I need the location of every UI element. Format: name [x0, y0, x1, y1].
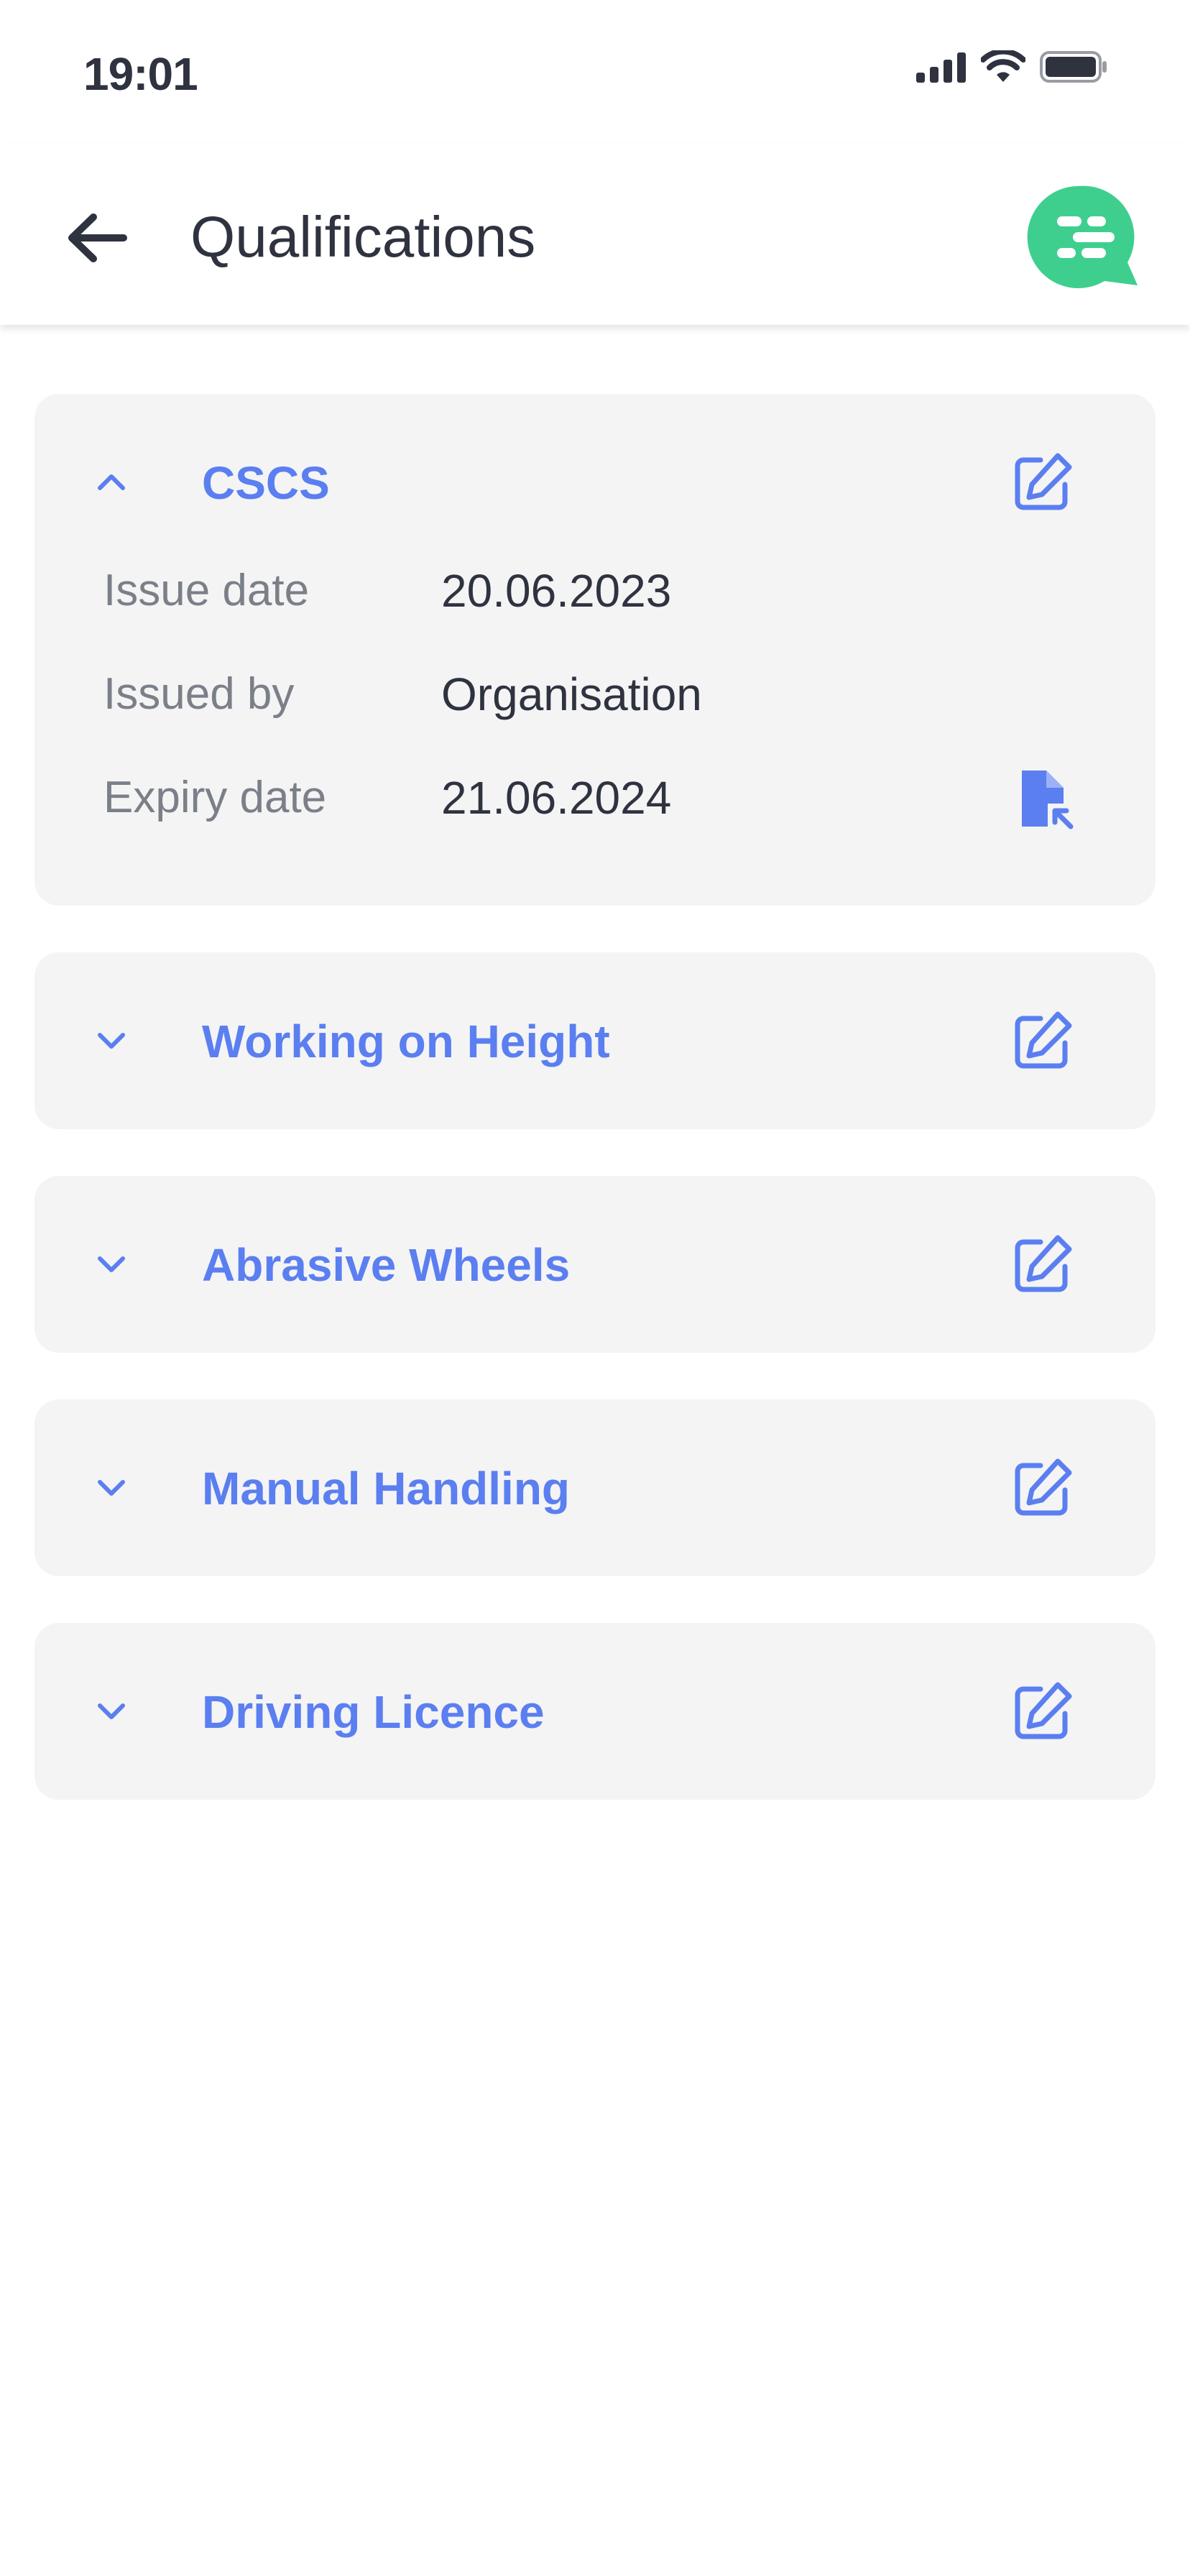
- chevron-down-icon[interactable]: [96, 1248, 127, 1280]
- document-icon[interactable]: [1010, 766, 1075, 831]
- chat-button[interactable]: [1024, 183, 1140, 291]
- detail-value: 20.06.2023: [441, 565, 672, 617]
- qualification-title: CSCS: [202, 457, 330, 509]
- chevron-down-icon[interactable]: [96, 1025, 127, 1057]
- qualification-card: Driving Licence: [34, 1623, 1156, 1800]
- detail-value: 21.06.2024: [441, 772, 672, 824]
- status-icons: [916, 48, 1107, 87]
- page-title: Qualifications: [190, 205, 536, 269]
- chat-bubble-icon: [1024, 185, 1140, 294]
- status-bar: 19:01: [0, 0, 1190, 144]
- detail-row-issue-date: Issue date 20.06.2023: [34, 545, 1156, 648]
- qualification-title: Abrasive Wheels: [202, 1239, 571, 1291]
- edit-icon[interactable]: [1010, 1455, 1075, 1520]
- qualification-title: Working on Height: [202, 1016, 610, 1067]
- qualification-header[interactable]: Manual Handling: [34, 1399, 1156, 1576]
- arrow-left-icon: [66, 213, 128, 267]
- detail-row-expiry-date: Expiry date 21.06.2024: [34, 752, 1156, 855]
- qualification-card: Abrasive Wheels: [34, 1176, 1156, 1353]
- signal-icon: [916, 51, 967, 86]
- qualification-header[interactable]: Driving Licence: [34, 1623, 1156, 1800]
- back-button[interactable]: [57, 200, 137, 279]
- app-header: Qualifications: [0, 144, 1190, 325]
- status-time: 19:01: [83, 48, 198, 100]
- edit-icon[interactable]: [1010, 450, 1075, 515]
- edit-icon[interactable]: [1010, 1679, 1075, 1744]
- edit-icon[interactable]: [1010, 1232, 1075, 1297]
- qualification-card: Working on Height: [34, 952, 1156, 1129]
- detail-value: Organisation: [441, 668, 702, 720]
- wifi-icon: [980, 48, 1026, 87]
- edit-icon[interactable]: [1010, 1008, 1075, 1073]
- qualification-title: Manual Handling: [202, 1463, 570, 1514]
- detail-label: Issue date: [103, 566, 310, 615]
- detail-label: Expiry date: [103, 773, 327, 822]
- qualifications-list: CSCS Issue date 20.06.2023 Issued by Org…: [34, 394, 1156, 1846]
- battery-icon: [1040, 50, 1107, 87]
- detail-row-issued-by: Issued by Organisation: [34, 648, 1156, 752]
- qualification-card: CSCS Issue date 20.06.2023 Issued by Org…: [34, 394, 1156, 906]
- qualification-header[interactable]: Working on Height: [34, 952, 1156, 1129]
- chevron-down-icon[interactable]: [96, 1472, 127, 1504]
- chevron-up-icon[interactable]: [96, 466, 127, 498]
- qualification-header[interactable]: Abrasive Wheels: [34, 1176, 1156, 1353]
- qualification-header[interactable]: CSCS: [34, 394, 1156, 545]
- qualification-title: Driving Licence: [202, 1686, 545, 1738]
- qualification-details: Issue date 20.06.2023 Issued by Organisa…: [34, 545, 1156, 906]
- chevron-down-icon[interactable]: [96, 1696, 127, 1727]
- detail-label: Issued by: [103, 669, 295, 719]
- qualification-card: Manual Handling: [34, 1399, 1156, 1576]
